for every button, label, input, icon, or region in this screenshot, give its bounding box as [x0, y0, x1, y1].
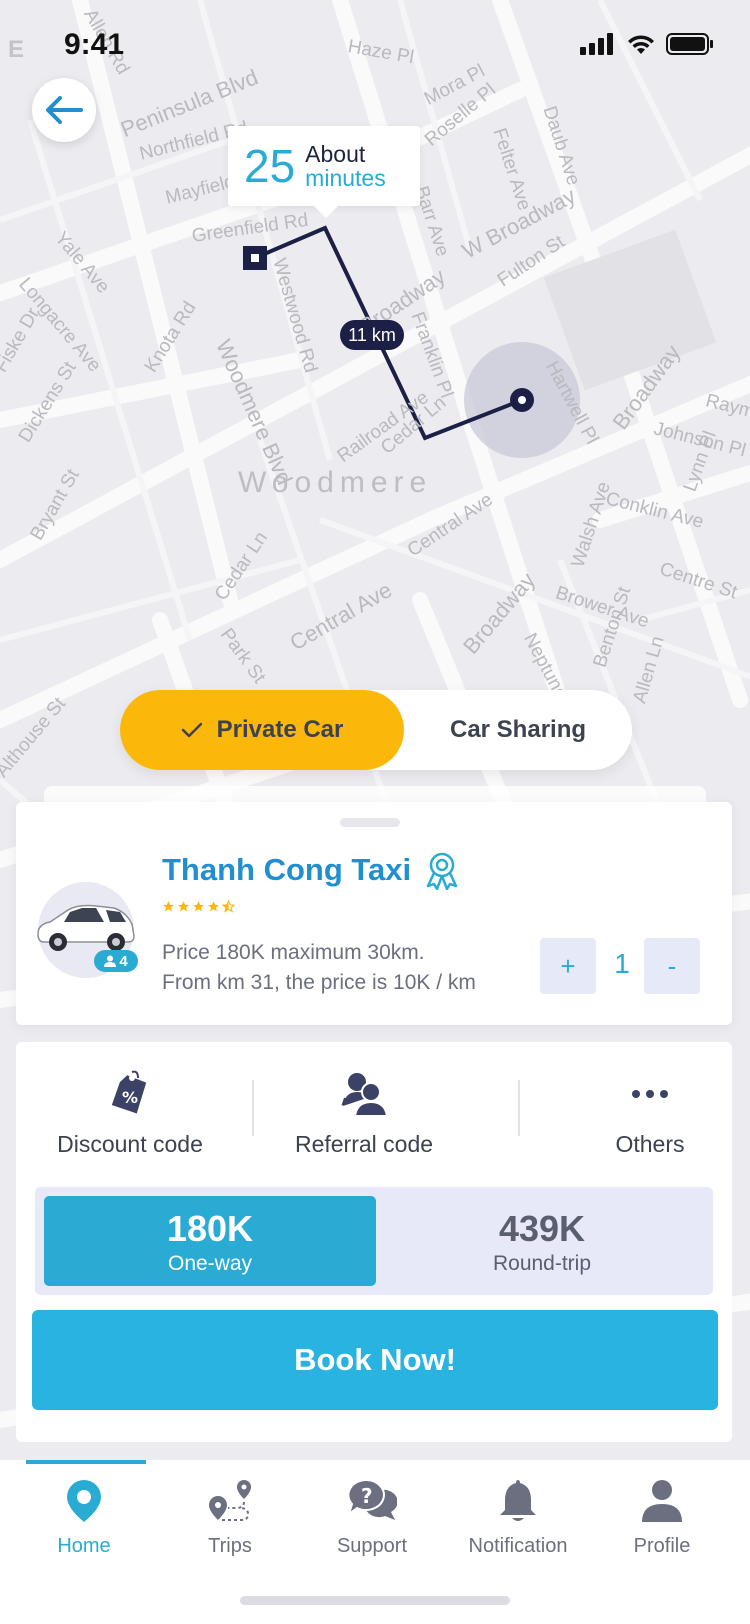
status-edge-letter: E	[8, 36, 25, 63]
round-trip-label: Round-trip	[492, 1252, 592, 1275]
eta-about: About	[305, 141, 366, 167]
star-icon	[208, 901, 219, 912]
private-car-label: Private Car	[216, 716, 344, 743]
rating-stars	[162, 900, 235, 913]
nav-support[interactable]: ? Support	[302, 1478, 442, 1558]
star-icon	[178, 901, 189, 912]
price-line-1: Price 180K maximum 30km.	[162, 941, 425, 964]
quantity-value: 1	[614, 948, 630, 979]
nav-profile[interactable]: Profile	[592, 1478, 732, 1558]
nav-profile-label: Profile	[633, 1535, 691, 1557]
fare-selector: 180K One-way 439K Round-trip	[35, 1187, 713, 1295]
nav-home[interactable]: Home	[14, 1478, 154, 1558]
driver-name: Thanh Cong Taxi	[162, 852, 412, 887]
one-way-label: One-way	[167, 1252, 253, 1275]
nav-support-label: Support	[336, 1535, 408, 1557]
arrow-left-icon	[46, 96, 83, 124]
one-way-fare-option[interactable]: 180K One-way	[44, 1196, 376, 1286]
eta-value: 25	[244, 140, 296, 192]
round-trip-amount: 439K	[498, 1208, 586, 1249]
drag-handle[interactable]	[340, 818, 400, 827]
quantity-minus-button[interactable]: -	[644, 938, 700, 994]
quantity-plus-button[interactable]: +	[540, 938, 596, 994]
price-line-2: From km 31, the price is 10K / km	[162, 971, 476, 994]
discount-code-label: Discount code	[57, 1131, 203, 1157]
active-tab-indicator	[26, 1460, 146, 1464]
nav-notification[interactable]: Notification	[448, 1478, 588, 1558]
discount-code-option[interactable]: % Discount code	[50, 1070, 210, 1158]
user-icon	[642, 1480, 682, 1522]
signal-icon	[580, 33, 613, 55]
svg-text:%: %	[122, 1088, 138, 1107]
others-option[interactable]: Others	[570, 1070, 730, 1158]
referral-code-label: Referral code	[294, 1131, 434, 1157]
car-icon	[37, 904, 135, 951]
one-way-amount: 180K	[166, 1208, 254, 1249]
check-icon	[181, 722, 202, 738]
seat-count: 4	[119, 952, 128, 970]
location-pin-icon	[67, 1480, 101, 1522]
divider	[252, 1080, 254, 1136]
back-button[interactable]	[32, 78, 96, 142]
status-icons	[580, 32, 714, 56]
support-chat-icon: ?	[347, 1478, 398, 1520]
ride-type-toggle: Private Car Car Sharing	[120, 690, 632, 770]
others-label: Others	[615, 1131, 685, 1157]
nav-trips[interactable]: Trips	[160, 1478, 300, 1558]
svg-text:?: ?	[361, 1484, 373, 1508]
eta-minutes: minutes	[305, 165, 386, 191]
divider	[518, 1080, 520, 1136]
nav-notification-label: Notification	[468, 1535, 568, 1557]
book-now-button[interactable]: Book Now!	[32, 1310, 718, 1410]
seat-count-badge: 4	[94, 950, 138, 972]
private-car-option[interactable]: Private Car	[120, 690, 404, 770]
battery-icon	[666, 33, 713, 55]
eta-tooltip: 25 About minutes	[228, 126, 420, 218]
nav-home-label: Home	[57, 1535, 111, 1557]
screen: Peninsula Blvd Allen Rd Haze Pl Northfie…	[0, 0, 750, 1624]
person-icon	[104, 955, 117, 967]
round-trip-fare-option[interactable]: 439K Round-trip	[376, 1196, 708, 1286]
distance-badge: 11 km	[340, 320, 404, 350]
price-info: Price 180K maximum 30km. From km 31, the…	[162, 938, 476, 998]
wifi-icon	[628, 35, 654, 54]
star-half-icon	[222, 900, 235, 913]
award-icon	[426, 852, 458, 890]
home-indicator	[240, 1596, 510, 1605]
more-dots-icon	[632, 1090, 668, 1098]
status-time: 9:41	[64, 28, 125, 61]
referral-users-icon	[341, 1073, 389, 1117]
star-icon	[193, 901, 204, 912]
referral-code-option[interactable]: Referral code	[284, 1070, 444, 1158]
car-sharing-option[interactable]: Car Sharing	[404, 690, 632, 770]
driver-card[interactable]: 4 Thanh Cong Taxi Price 180K maximum 30k…	[16, 802, 732, 1025]
trips-route-icon	[209, 1480, 251, 1521]
star-icon	[163, 901, 174, 912]
discount-tag-icon: %	[111, 1070, 147, 1114]
bell-icon	[500, 1480, 536, 1521]
nav-trips-label: Trips	[208, 1535, 252, 1557]
booking-panel: % Discount code Referral code Others 180…	[16, 1042, 732, 1442]
district-label: Woodmere	[238, 466, 433, 499]
